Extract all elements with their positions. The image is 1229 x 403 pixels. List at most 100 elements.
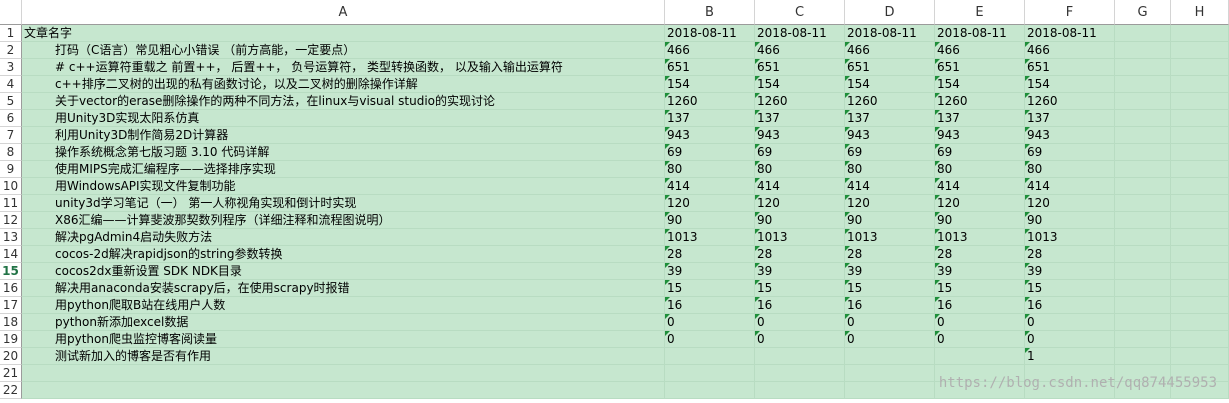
cell-value[interactable]: 154 [935,76,1025,93]
cell-value[interactable]: 28 [755,246,845,263]
cell-title[interactable]: # c++运算符重载之 前置++， 后置++， 负号运算符， 类型转换函数， 以… [22,59,665,76]
row-header[interactable]: 11 [0,195,22,212]
cell-empty[interactable] [1171,246,1229,263]
column-header-b[interactable]: B [665,0,755,25]
cell-value[interactable]: 651 [665,59,755,76]
cell-empty[interactable] [1171,144,1229,161]
cell-value[interactable]: 28 [1025,246,1115,263]
cell-value[interactable] [755,382,845,399]
select-all-corner[interactable] [0,0,22,25]
column-header-f[interactable]: F [1025,0,1115,25]
row-header[interactable]: 3 [0,59,22,76]
cell-empty[interactable] [1115,331,1171,348]
cell-value[interactable]: 16 [665,297,755,314]
column-header-a[interactable]: A [22,0,665,25]
row-header[interactable]: 10 [0,178,22,195]
cell-value[interactable]: 943 [755,127,845,144]
cell-value[interactable] [665,365,755,382]
column-header-h[interactable]: H [1171,0,1229,25]
row-header[interactable]: 8 [0,144,22,161]
cell-title[interactable]: 用WindowsAPI实现文件复制功能 [22,178,665,195]
cell-empty[interactable] [1171,195,1229,212]
cell-value[interactable]: 2018-08-11 [1025,25,1115,42]
cell-value[interactable]: 0 [935,331,1025,348]
cell-value[interactable]: 943 [935,127,1025,144]
cell-value[interactable]: 15 [1025,280,1115,297]
cell-value[interactable]: 0 [1025,331,1115,348]
cell-value[interactable]: 90 [755,212,845,229]
cell-empty[interactable] [1171,161,1229,178]
cell-empty[interactable] [1115,76,1171,93]
cell-empty[interactable] [1171,25,1229,42]
row-header[interactable]: 17 [0,297,22,314]
cell-value[interactable]: 943 [665,127,755,144]
cell-title[interactable]: 利用Unity3D制作简易2D计算器 [22,127,665,144]
cell-value[interactable]: 466 [665,42,755,59]
cell-value[interactable]: 90 [1025,212,1115,229]
cell-value[interactable]: 651 [755,59,845,76]
cell-empty[interactable] [1171,229,1229,246]
cell-value[interactable]: 0 [755,331,845,348]
cell-value[interactable]: 15 [755,280,845,297]
row-header[interactable]: 20 [0,348,22,365]
cell-title[interactable]: 打码（C语言）常见粗心小错误 （前方高能，一定要点） [22,42,665,59]
cell-value[interactable]: 80 [665,161,755,178]
cell-title[interactable]: 用python爬取B站在线用户人数 [22,297,665,314]
cell-title[interactable]: 关于vector的erase删除操作的两种不同方法，在linux与visual … [22,93,665,110]
cell-value[interactable]: 0 [935,314,1025,331]
cell-empty[interactable] [1171,93,1229,110]
cell-value[interactable]: 16 [935,297,1025,314]
row-header[interactable]: 9 [0,161,22,178]
cell-value[interactable]: 69 [755,144,845,161]
cell-value[interactable]: 1260 [755,93,845,110]
cell-value[interactable]: 1013 [935,229,1025,246]
cell-empty[interactable] [1171,314,1229,331]
cell-value[interactable]: 943 [845,127,935,144]
cell-empty[interactable] [1171,127,1229,144]
cell-empty[interactable] [1171,331,1229,348]
row-header[interactable]: 18 [0,314,22,331]
cell-value[interactable] [845,365,935,382]
cell-empty[interactable] [1115,280,1171,297]
cell-empty[interactable] [1115,348,1171,365]
cell-value[interactable]: 80 [935,161,1025,178]
cell-value[interactable] [755,348,845,365]
cell-empty[interactable] [1115,25,1171,42]
cell-value[interactable]: 1013 [845,229,935,246]
cell-title[interactable]: 解决pgAdmin4启动失败方法 [22,229,665,246]
cell-value[interactable]: 414 [845,178,935,195]
cell-empty[interactable] [1171,263,1229,280]
cell-value[interactable]: 0 [845,314,935,331]
cell-value[interactable]: 137 [665,110,755,127]
column-header-d[interactable]: D [845,0,935,25]
cell-title[interactable]: X86汇编——计算斐波那契数列程序（详细注释和流程图说明） [22,212,665,229]
cell-title[interactable]: cocos-2d解决rapidjson的string参数转换 [22,246,665,263]
cell-value[interactable]: 16 [1025,297,1115,314]
cell-value[interactable]: 120 [1025,195,1115,212]
cell-empty[interactable] [1115,178,1171,195]
cell-value[interactable]: 80 [755,161,845,178]
cell-title[interactable] [22,382,665,399]
cell-value[interactable]: 137 [755,110,845,127]
cell-value[interactable]: 651 [845,59,935,76]
cell-value[interactable] [845,382,935,399]
cell-title[interactable]: 解决用anaconda安装scrapy后，在使用scrapy时报错 [22,280,665,297]
cell-title[interactable]: 用Unity3D实现太阳系仿真 [22,110,665,127]
cell-title[interactable] [22,365,665,382]
cell-value[interactable]: 1013 [665,229,755,246]
cell-value[interactable]: 154 [845,76,935,93]
row-header[interactable]: 7 [0,127,22,144]
cell-empty[interactable] [1171,59,1229,76]
cell-value[interactable]: 120 [665,195,755,212]
cell-empty[interactable] [1115,93,1171,110]
cell-value[interactable]: 414 [935,178,1025,195]
cell-value[interactable]: 69 [665,144,755,161]
cell-empty[interactable] [1115,212,1171,229]
cell-value[interactable]: 80 [845,161,935,178]
cell-empty[interactable] [1115,263,1171,280]
cell-title[interactable]: c++排序二叉树的出现的私有函数讨论，以及二叉树的删除操作详解 [22,76,665,93]
row-header[interactable]: 21 [0,365,22,382]
cell-value[interactable]: 80 [1025,161,1115,178]
cell-value[interactable]: 0 [755,314,845,331]
cell-empty[interactable] [1171,178,1229,195]
